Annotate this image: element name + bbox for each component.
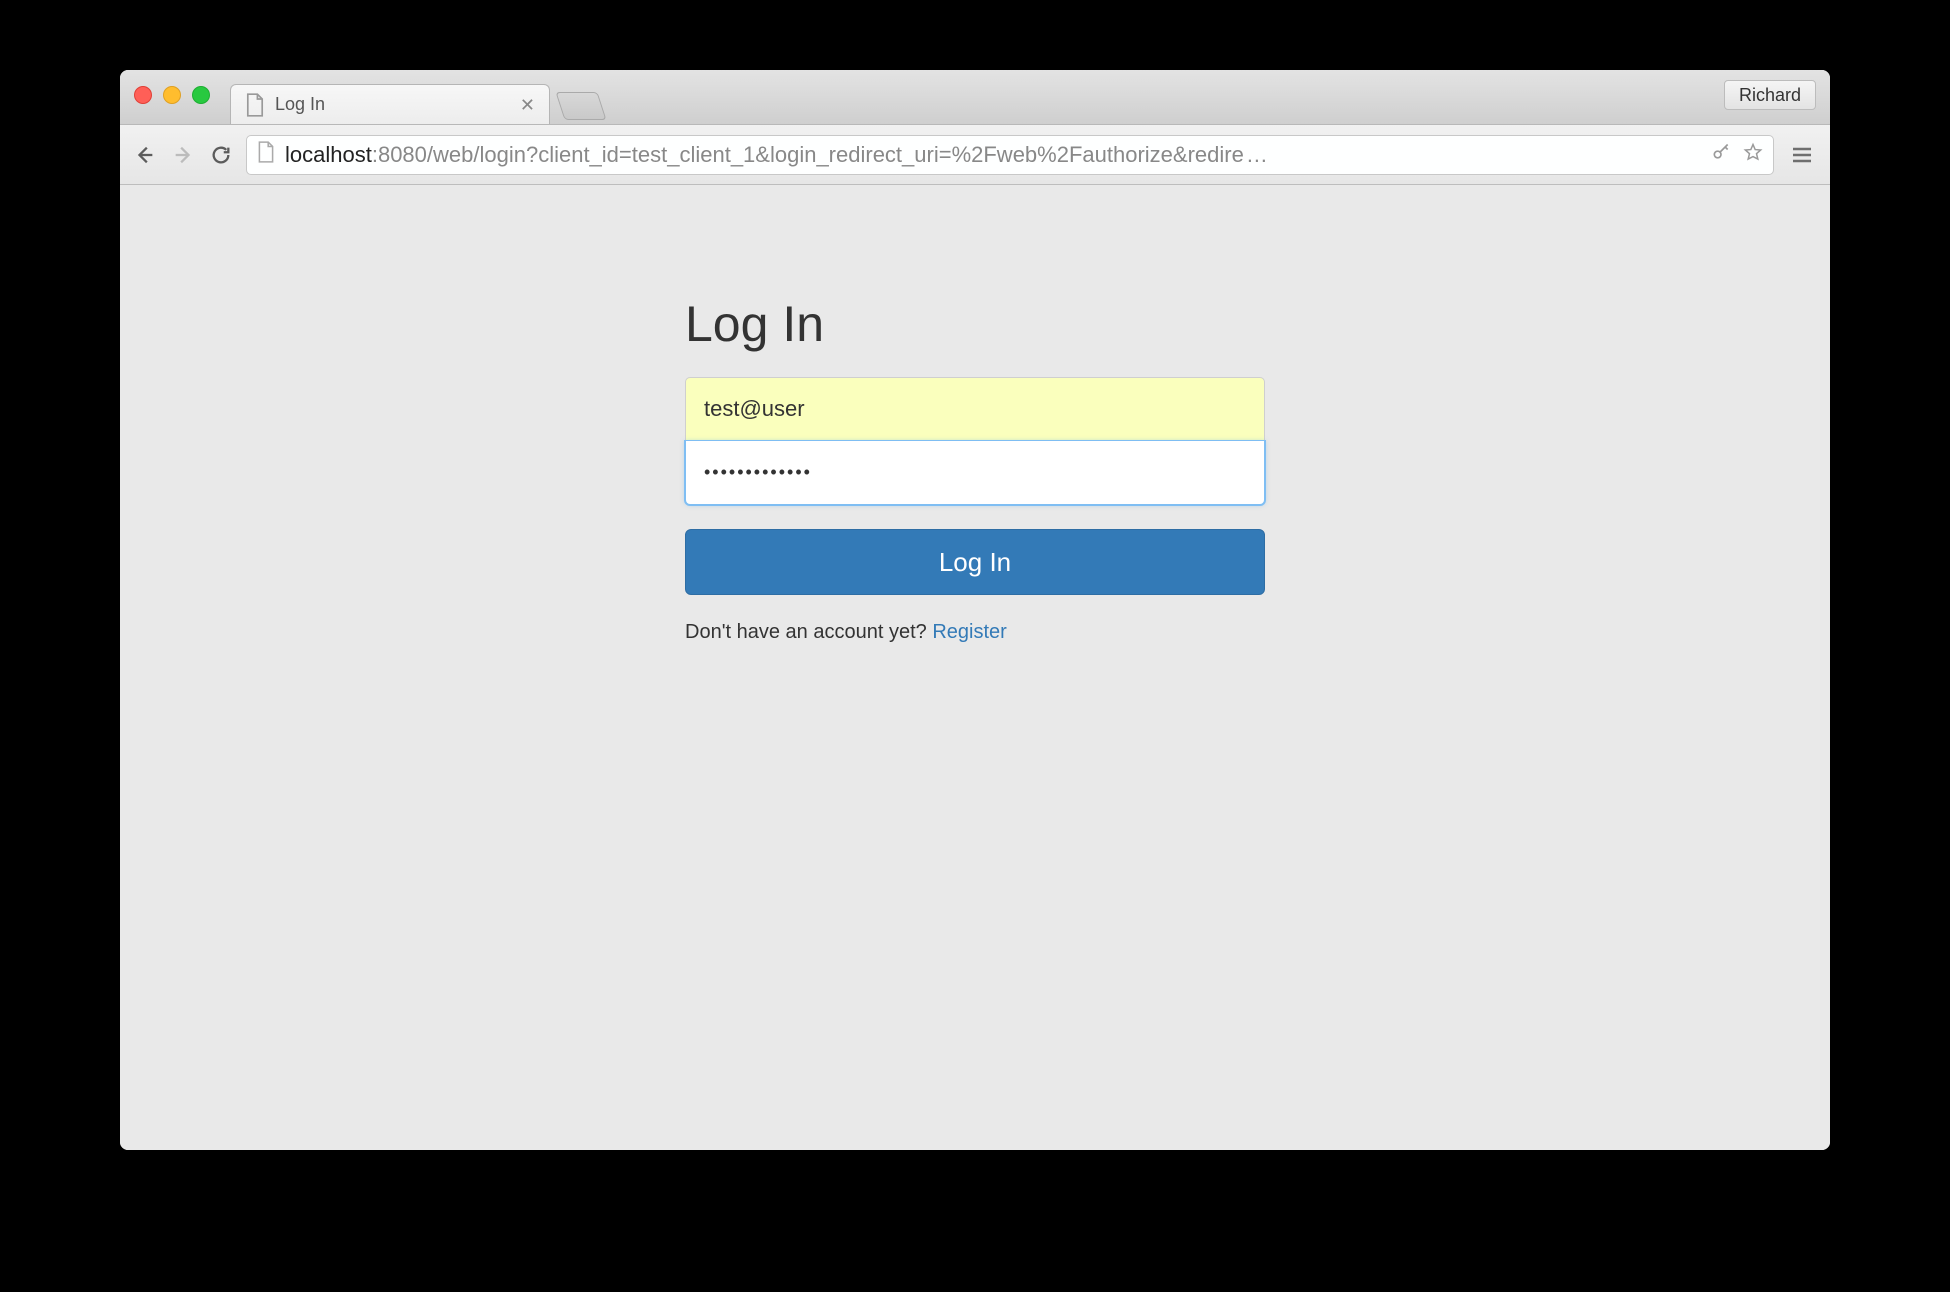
url-truncation: …: [1246, 142, 1268, 168]
address-bar[interactable]: localhost:8080/web/login?client_id=test_…: [246, 135, 1774, 175]
signup-prompt: Don't have an account yet? Register: [685, 621, 1265, 644]
username-field[interactable]: [685, 377, 1265, 441]
nav-reload-button[interactable]: [208, 142, 234, 168]
password-key-icon[interactable]: [1711, 142, 1731, 168]
url-path: :8080/web/login?client_id=test_client_1&…: [372, 142, 1244, 168]
browser-tab-active[interactable]: Log In ✕: [230, 84, 550, 124]
page-viewport: Log In Log In Don't have an account yet?…: [120, 185, 1830, 1150]
login-button[interactable]: Log In: [685, 529, 1265, 595]
login-form: Log In Log In Don't have an account yet?…: [685, 295, 1265, 1150]
new-tab-button[interactable]: [555, 92, 606, 120]
window-close-button[interactable]: [134, 86, 152, 104]
window-zoom-button[interactable]: [192, 86, 210, 104]
signup-prompt-text: Don't have an account yet?: [685, 621, 932, 643]
nav-forward-button[interactable]: [170, 142, 196, 168]
file-icon: [257, 141, 275, 169]
password-field[interactable]: [685, 441, 1265, 505]
window-minimize-button[interactable]: [163, 86, 181, 104]
tab-close-button[interactable]: ✕: [500, 96, 535, 114]
toolbar: localhost:8080/web/login?client_id=test_…: [120, 125, 1830, 185]
window-controls: [134, 86, 210, 104]
tab-title: Log In: [275, 94, 325, 115]
page-title: Log In: [685, 295, 1265, 353]
menu-button[interactable]: [1786, 139, 1818, 171]
register-link[interactable]: Register: [932, 621, 1006, 643]
browser-window: Log In ✕ Richard localhost:8080/web/logi…: [120, 70, 1830, 1150]
url-host: localhost: [285, 142, 372, 168]
tabstrip: Log In ✕: [230, 70, 602, 124]
titlebar: Log In ✕ Richard: [120, 70, 1830, 125]
profile-button[interactable]: Richard: [1724, 80, 1816, 110]
nav-back-button[interactable]: [132, 142, 158, 168]
file-icon: [245, 93, 265, 117]
bookmark-star-icon[interactable]: [1743, 142, 1763, 168]
